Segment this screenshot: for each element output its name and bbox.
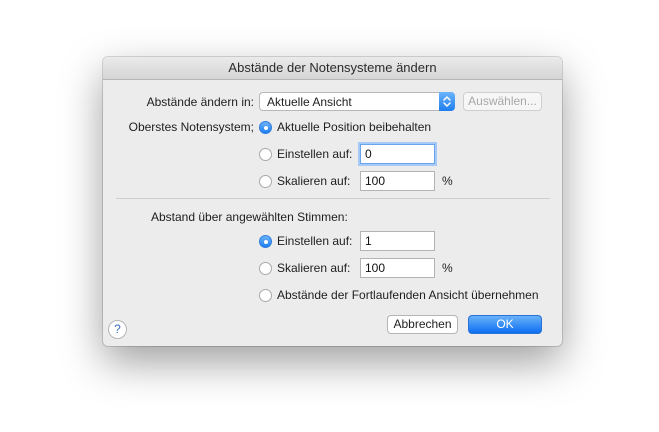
spacing-scale-radio[interactable] <box>259 262 272 275</box>
top-staff-label: Oberstes Notensystem; <box>128 120 254 134</box>
change-in-popup[interactable]: Aktuelle Ansicht <box>259 92 455 111</box>
select-button[interactable]: Auswählen... <box>463 92 542 111</box>
top-staff-keep-radio[interactable] <box>259 121 272 134</box>
spacing-scale-label: Skalieren auf: <box>277 261 351 275</box>
top-staff-scale-input[interactable] <box>360 171 435 191</box>
spacing-set-radio[interactable] <box>259 235 272 248</box>
change-in-label: Abstände ändern in: <box>146 95 254 109</box>
spacing-section-label: Abstand über angewählten Stimmen: <box>151 210 348 224</box>
ok-button[interactable]: OK <box>468 315 542 334</box>
top-staff-percent-label: % <box>442 174 453 188</box>
help-button[interactable]: ? <box>108 320 127 339</box>
change-in-selected: Aktuelle Ansicht <box>267 95 352 109</box>
dialog-title: Abstände der Notensysteme ändern <box>103 57 562 80</box>
popup-arrows-icon <box>439 92 455 111</box>
spacing-inherit-label: Abstände der Fortlaufenden Ansicht übern… <box>277 288 539 302</box>
top-staff-set-input[interactable] <box>360 144 435 164</box>
top-staff-scale-radio[interactable] <box>259 175 272 188</box>
top-staff-scale-label: Skalieren auf: <box>277 174 351 188</box>
top-staff-set-radio[interactable] <box>259 148 272 161</box>
top-staff-keep-label: Aktuelle Position beibehalten <box>277 120 432 134</box>
cancel-button[interactable]: Abbrechen <box>387 315 458 334</box>
spacing-set-input[interactable] <box>360 231 435 251</box>
top-staff-set-label: Einstellen auf: <box>277 147 353 161</box>
spacing-set-label: Einstellen auf: <box>277 234 353 248</box>
spacing-inherit-radio[interactable] <box>259 289 272 302</box>
spacing-scale-input[interactable] <box>360 258 435 278</box>
section-divider <box>116 198 550 199</box>
spacing-percent-label: % <box>442 261 453 275</box>
